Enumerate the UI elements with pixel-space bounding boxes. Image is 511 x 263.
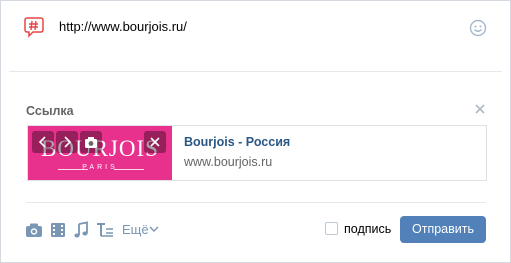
- attachment-title: Ссылка: [26, 104, 74, 118]
- video-icon[interactable]: [49, 221, 67, 239]
- music-icon[interactable]: [72, 221, 90, 239]
- post-text-input[interactable]: http://www.bourjois.ru/: [59, 19, 187, 34]
- link-domain: www.bourjois.ru: [184, 155, 273, 169]
- smile-icon[interactable]: [469, 19, 487, 37]
- hashtag-icon[interactable]: [24, 16, 44, 38]
- link-title[interactable]: Bourjois - Россия: [184, 135, 290, 149]
- camera-icon[interactable]: [25, 221, 43, 239]
- thumbnail-subtitle: PARIS: [82, 164, 118, 171]
- post-box: http://www.bourjois.ru/ Ссылка BOURJOIS …: [0, 0, 511, 263]
- chevron-down-icon[interactable]: [149, 225, 159, 233]
- upload-photo-button[interactable]: [80, 131, 102, 153]
- post-composer[interactable]: http://www.bourjois.ru/: [9, 1, 502, 72]
- remove-thumb-button[interactable]: [144, 131, 166, 153]
- more-menu-button[interactable]: Ещё: [122, 222, 149, 237]
- chevron-right-icon: [64, 136, 72, 148]
- close-icon: [150, 137, 160, 147]
- close-icon[interactable]: [473, 102, 487, 116]
- camera-icon: [85, 137, 97, 148]
- text-format-icon[interactable]: [96, 221, 114, 239]
- thumbnail-rule-right: [114, 169, 144, 170]
- signature-checkbox[interactable]: [325, 222, 338, 235]
- next-thumb-button[interactable]: [56, 131, 78, 153]
- prev-thumb-button[interactable]: [32, 131, 54, 153]
- link-preview-card[interactable]: BOURJOIS PARIS Bourjois - Россия www.bou…: [27, 125, 487, 181]
- chevron-left-icon: [38, 136, 46, 148]
- send-button[interactable]: Отправить: [400, 216, 486, 243]
- divider: [26, 202, 486, 203]
- signature-label[interactable]: подпись: [344, 222, 391, 236]
- link-thumbnail: BOURJOIS PARIS: [28, 126, 172, 180]
